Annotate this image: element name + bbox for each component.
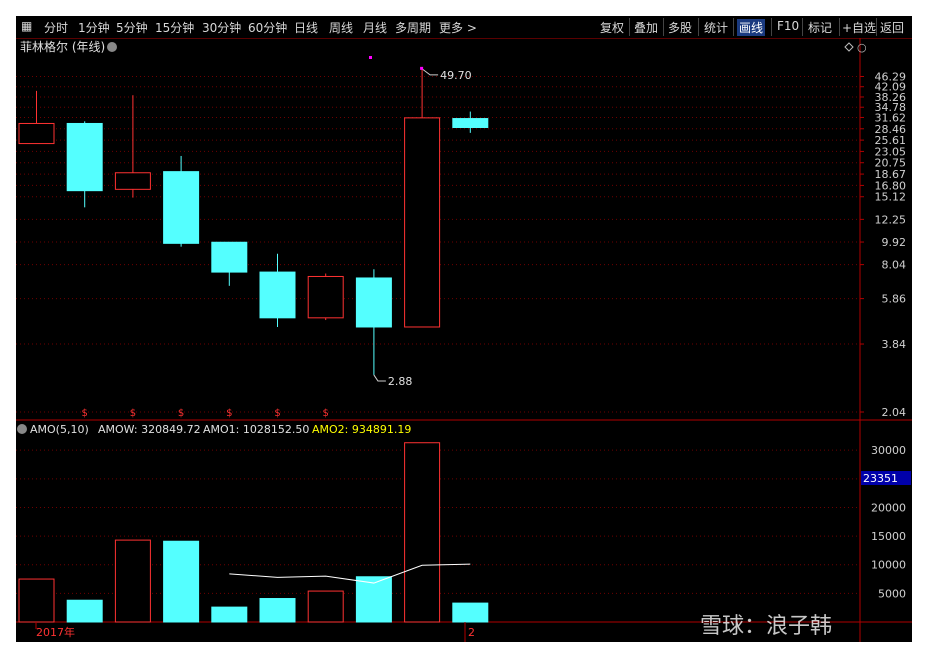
price-panel-title: 菲林格尔 (年线) [20,39,105,54]
volume-bar-down[interactable] [211,606,248,623]
candle-body-up[interactable] [404,117,441,328]
draw-marker [369,56,372,59]
volume-legend-amo1: AMO1: 1028152.50 [203,423,309,436]
price-tick-label: 20.75 [875,157,907,170]
volume-bar-up[interactable] [114,539,151,623]
legend-dropdown-icon[interactable] [17,424,27,434]
candle-body-down[interactable] [211,241,248,273]
volume-tick-label: 30000 [871,444,906,457]
kline-chart[interactable]: 2.04 3.84 5.86 8.04 9.92 12.25 15.1216.8018.67… [16,16,912,642]
price-tick-label: 9.92 [882,236,907,249]
dividend-marker: $ [226,408,232,419]
volume-bar-down[interactable] [452,602,489,623]
volume-legend-amow: AMOW: 320849.72 [98,423,201,436]
candle-body-down[interactable] [452,118,489,128]
price-tick-label: 28.46 [875,123,907,136]
candle-body-up[interactable] [307,275,344,319]
title-dropdown-icon[interactable] [107,42,117,52]
dividend-marker: $ [130,408,136,419]
volume-legend-amo2: AMO2: 934891.19 [312,423,411,436]
app-frame: ▦ 分时 1分钟 5分钟 15分钟 30分钟 60分钟 日线 周线 月线 多周期… [16,16,912,642]
candle-body-down[interactable] [163,171,200,244]
min-price-label: 2.88 [388,375,413,388]
price-tick-label: 3.84 [882,338,907,351]
volume-bar-up[interactable] [404,442,441,623]
volume-legend-name: AMO(5,10) [30,423,89,436]
volume-tick-label: 20000 [871,501,906,514]
candle-body-up[interactable] [18,122,55,145]
dividend-marker: $ [82,408,88,419]
time-label-end: 2 [468,626,475,639]
candle-body-up[interactable] [114,172,151,190]
volume-tick-label: 10000 [871,559,906,572]
diamond-icon[interactable] [844,42,854,52]
price-tick-label: 18.67 [875,168,907,181]
price-tick-label: 25.61 [875,134,907,147]
price-tick-label: 5.86 [882,293,907,306]
price-tick-label: 23.05 [875,145,907,158]
price-tick-label: 46.29 [875,70,907,83]
volume-bar-up[interactable] [18,578,55,623]
volume-bar-down[interactable] [163,540,200,623]
max-price-pointer [421,68,439,76]
price-tick-label: 2.04 [882,406,907,419]
volume-bar-down[interactable] [259,598,296,623]
candle-body-down[interactable] [66,122,103,192]
candle-body-down[interactable] [355,277,392,328]
dividend-marker: $ [274,408,280,419]
price-tick-label: 16.80 [875,179,907,192]
volume-bar-down[interactable] [66,599,103,623]
volume-tick-label: 15000 [871,530,906,543]
circle-icon[interactable]: ○ [857,41,867,54]
min-price-pointer [373,374,386,382]
dividend-marker: $ [178,408,184,419]
watermark: 雪球：浪子韩 [700,614,833,639]
time-label-start: 2017年 [36,625,75,639]
volume-tick-label: 5000 [878,587,906,600]
dividend-marker: $ [323,408,329,419]
price-tick-label: 8.04 [882,259,907,272]
price-tick-label: 15.12 [875,191,907,204]
candle-body-down[interactable] [259,271,296,319]
price-tick-label: 12.25 [875,213,907,226]
volume-bar-up[interactable] [307,590,344,623]
max-price-label: 49.70 [440,69,472,82]
current-value-label: 23351 [863,472,898,485]
max-marker [420,66,424,70]
